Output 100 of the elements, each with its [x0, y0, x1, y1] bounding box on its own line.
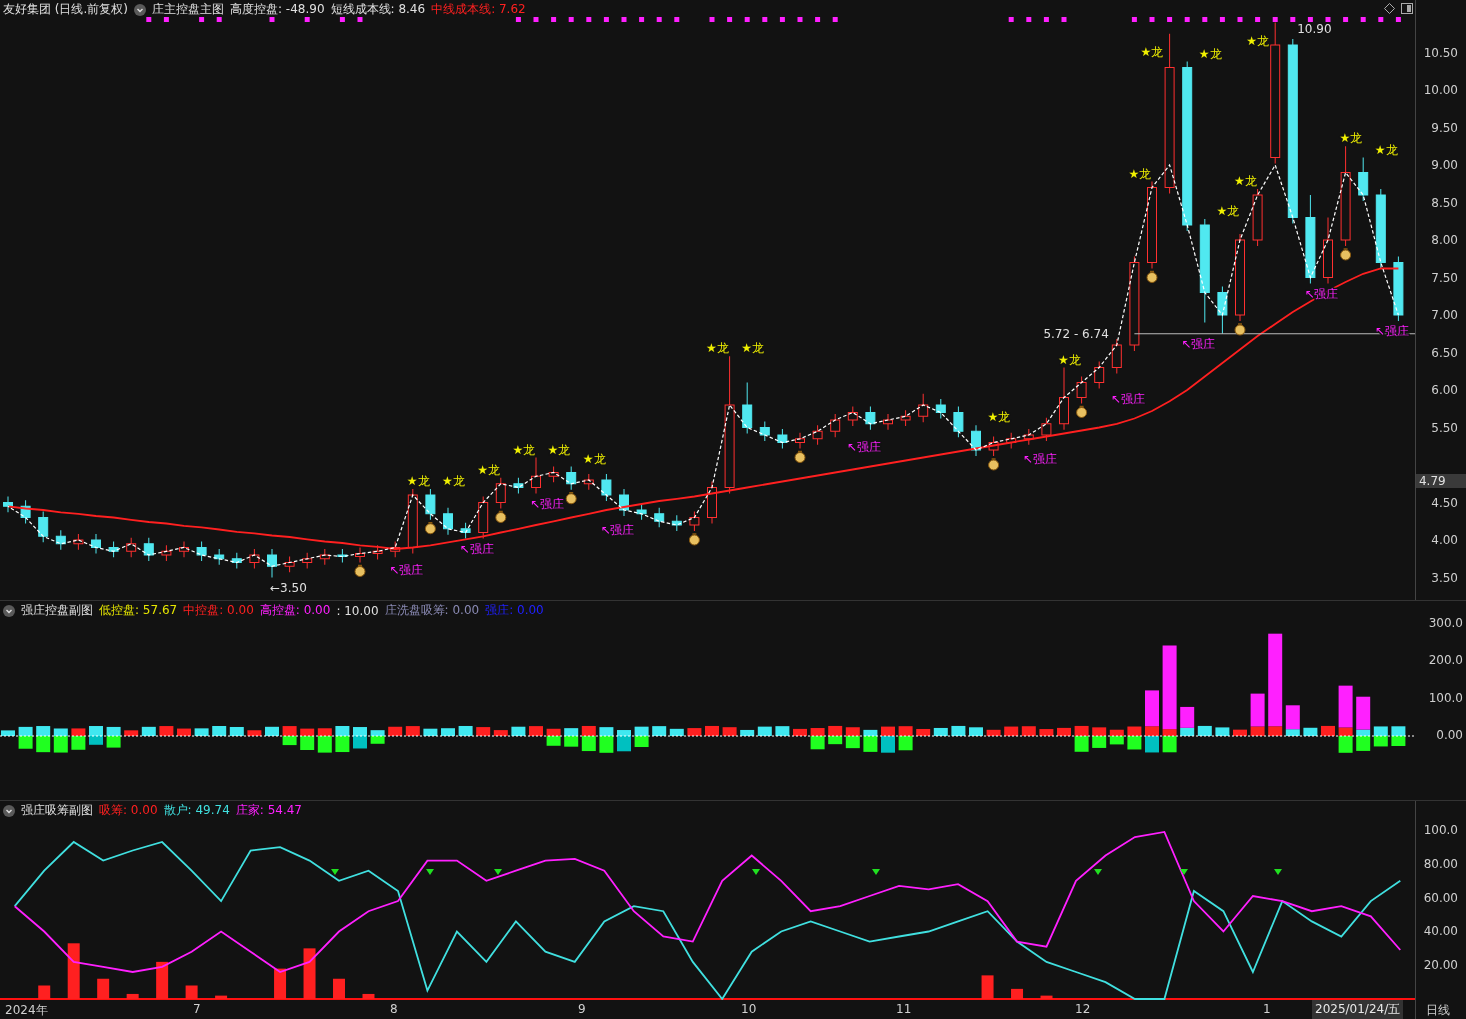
histogram-bar [71, 728, 86, 750]
dragon-label: ★龙 [1234, 174, 1257, 188]
price-tag: 4.79 [1416, 473, 1466, 488]
candle [847, 406, 858, 427]
candle [1217, 286, 1228, 335]
axis-tick-label: 8.50 [1431, 195, 1458, 210]
histogram-bar [1057, 727, 1071, 736]
histogram-bar [1321, 725, 1335, 736]
money-bag-icon [565, 492, 577, 505]
axis-tick-label: 10.50 [1423, 45, 1458, 60]
histogram-bar [36, 726, 51, 753]
collapse-icon[interactable] [134, 3, 146, 16]
panel-toggle-icon[interactable] [1401, 3, 1413, 14]
indicator-reading: : 10.00 [336, 603, 379, 618]
candle [1323, 217, 1333, 284]
histogram-bar [1109, 729, 1124, 745]
candle [196, 541, 207, 562]
strong-dealer-label: ↖强庄 [459, 541, 494, 556]
candle [883, 413, 893, 431]
axis-tick-label: 6.50 [1431, 345, 1458, 360]
date-axis-label: 9 [578, 1002, 586, 1016]
histogram-bar [212, 726, 227, 736]
candle [425, 488, 436, 521]
down-triangle-icon [752, 869, 760, 875]
money-bag-icon [1340, 248, 1352, 261]
candle [143, 537, 154, 562]
date-axis-label: 7 [193, 1002, 201, 1016]
dragon-label: ★龙 [1374, 142, 1398, 157]
candle [689, 511, 700, 532]
candle [126, 537, 137, 558]
candle [478, 496, 489, 539]
candle [1006, 432, 1017, 449]
money-bag-icon [354, 564, 366, 577]
indicator-reading: 高控盘: 0.00 [259, 602, 331, 619]
candle [795, 432, 805, 449]
money-bag-icon [1234, 323, 1246, 336]
histogram-bar [564, 728, 579, 747]
histogram-bar [335, 726, 350, 753]
histogram-bar [458, 726, 473, 736]
candle [302, 552, 313, 569]
axis-tick-label: 0.00 [1436, 727, 1463, 742]
histogram-bar [89, 726, 103, 745]
candle [38, 511, 49, 543]
diamond-icon[interactable] [1384, 3, 1395, 14]
histogram-bar [1391, 726, 1406, 746]
collapse-icon[interactable] [3, 604, 15, 617]
histogram-bar [18, 726, 33, 749]
dragon-label: ★龙 [442, 474, 465, 488]
histogram-bar [247, 730, 262, 736]
stock-title: 友好集团 (日线.前复权) [3, 1, 128, 18]
histogram-bar [124, 730, 139, 736]
axis-tick-label: 4.00 [1431, 533, 1458, 547]
money-bag-icon [1146, 270, 1158, 283]
histogram-bar [828, 725, 843, 745]
collapse-icon[interactable] [3, 804, 15, 817]
date-axis-label: 8 [390, 1002, 398, 1016]
histogram-bar [969, 727, 983, 736]
candle [460, 522, 471, 539]
candle [407, 488, 418, 554]
candle [865, 406, 876, 431]
indicator-reading: 庄洗盘吸筹: 0.00 [384, 602, 480, 619]
indicator-name: 强庄控盘副图 [21, 602, 93, 619]
candle [583, 473, 594, 491]
candle [777, 428, 788, 449]
indicator-reading: 庄家: 54.47 [235, 802, 302, 819]
candle [355, 547, 365, 563]
candle [73, 533, 84, 551]
histogram-bar [1180, 706, 1195, 736]
period-label[interactable]: 日线 [1416, 1000, 1466, 1019]
axis-tick-label: 3.50 [1431, 570, 1458, 585]
candle [443, 507, 453, 536]
dragon-label: ★龙 [1339, 131, 1363, 146]
candle [900, 409, 911, 427]
candle [513, 477, 524, 494]
histogram-bar [722, 727, 737, 736]
histogram-bar [370, 730, 385, 744]
down-triangle-icon [1274, 869, 1282, 875]
high-price-label: 10.90 [1297, 21, 1332, 36]
dragon-label: ★龙 [582, 451, 606, 466]
indicator-reading: 短线成本线: 8.46 [330, 1, 426, 18]
date-axis-label: 12 [1075, 1002, 1091, 1016]
histogram-bar [1039, 729, 1054, 736]
histogram-bar [388, 726, 403, 736]
candle [161, 544, 172, 562]
dragon-label: ★龙 [1246, 33, 1269, 48]
histogram-bar [194, 728, 209, 736]
indicator-reading: 吸筹: 0.00 [99, 802, 158, 819]
dragon-label: ★龙 [547, 442, 571, 457]
strong-dealer-label: ↖强庄 [1181, 336, 1216, 351]
histogram-bar [933, 727, 948, 736]
candle [1111, 338, 1122, 374]
histogram-bar [53, 728, 68, 753]
dragon-label: ★龙 [406, 474, 430, 488]
dragon-label: ★龙 [741, 341, 764, 356]
axis-tick-label: 6.00 [1431, 383, 1458, 397]
strong-dealer-label: ↖强庄 [530, 496, 565, 511]
histogram-bar [529, 726, 543, 736]
candle [988, 436, 999, 457]
date-axis-label: 1 [1263, 1002, 1271, 1016]
histogram-bar [1145, 690, 1159, 753]
